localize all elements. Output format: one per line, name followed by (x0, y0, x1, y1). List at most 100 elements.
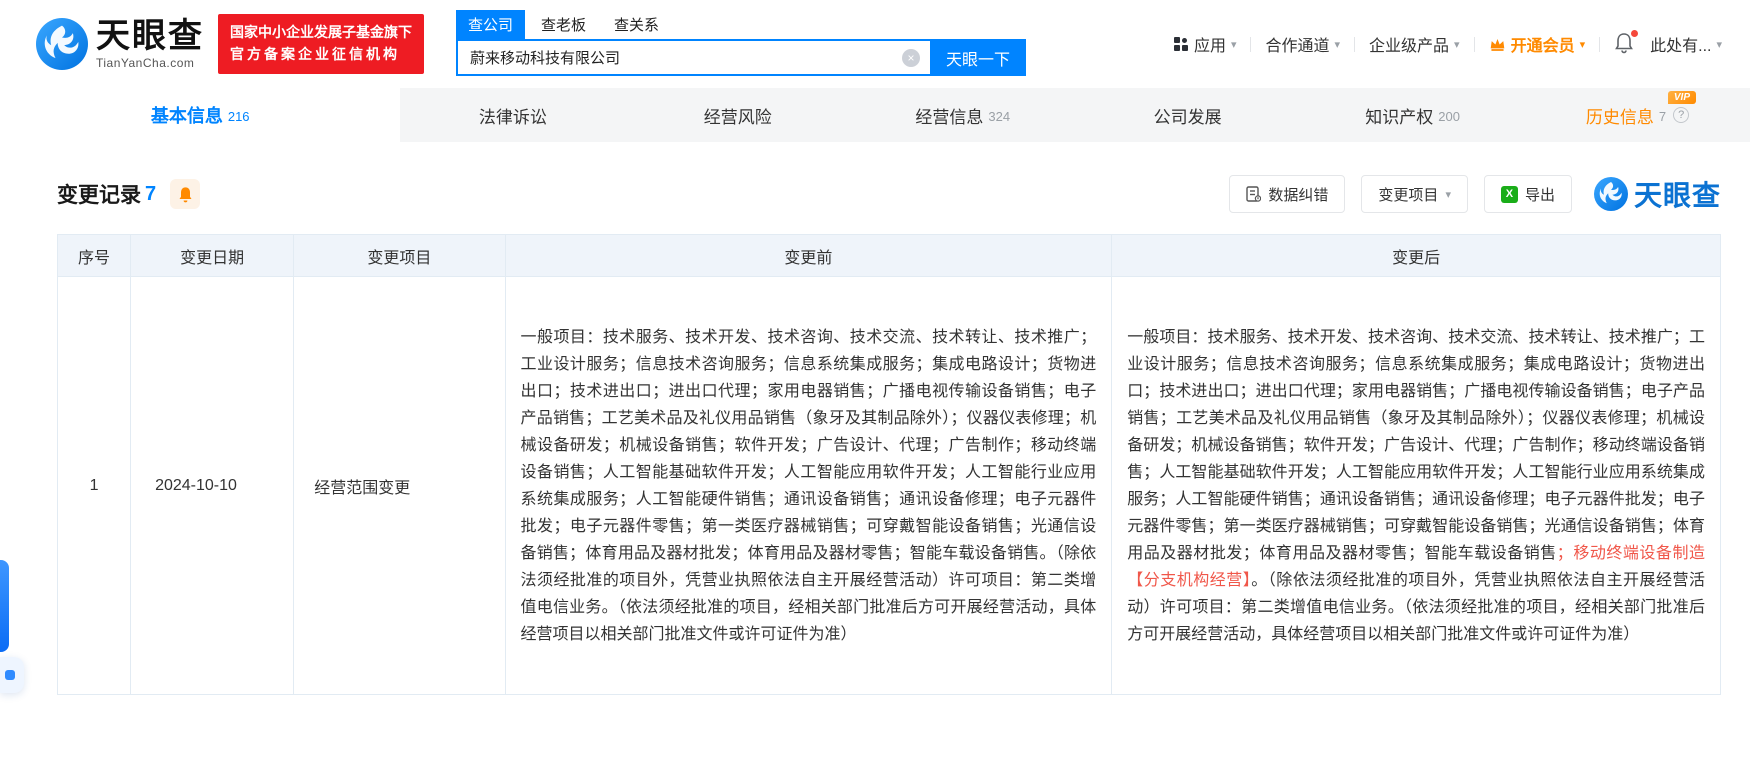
change-item-filter-label: 变更项目 (1378, 186, 1439, 204)
export-label: 导出 (1524, 186, 1555, 204)
top-header: 天眼查 TianYanCha.com 国家中小企业发展子基金旗下 官方备案企业征… (0, 0, 1750, 88)
chevron-down-icon: ▾ (1445, 188, 1451, 201)
notifications-bell[interactable] (1614, 30, 1639, 56)
divider (1599, 36, 1601, 52)
section-count: 7 (145, 182, 157, 205)
export-button[interactable]: X 导出 (1483, 175, 1572, 213)
crown-icon (1490, 38, 1504, 51)
change-item-filter-button[interactable]: 变更项目 ▾ (1361, 175, 1468, 213)
section-title: 变更记录 (57, 184, 141, 207)
tab-history-label: 历史信息 (1585, 107, 1654, 127)
divider (1250, 36, 1252, 52)
table-body: 1 2024-10-10 经营范围变更 一般项目：技术服务、技术开发、技术咨询、… (56, 276, 1721, 695)
nav-more[interactable]: 此处有... ▾ (1650, 32, 1722, 56)
nav-cooperation-label: 合作通道 (1265, 38, 1330, 55)
tab-ip-label: 知识产权 (1365, 107, 1434, 127)
chevron-down-icon: ▾ (1454, 38, 1460, 51)
cell-change-date: 2024-10-10 (130, 276, 295, 695)
document-edit-icon (1246, 186, 1262, 202)
watermark-logo: 天眼查 (1593, 174, 1721, 214)
chevron-down-icon: ▾ (1716, 38, 1722, 51)
table-head: 序号 变更日期 变更项目 变更前 变更后 (56, 234, 1721, 277)
chevron-down-icon: ▾ (1334, 38, 1341, 51)
tab-operation-risk[interactable]: 经营风险 (625, 88, 850, 142)
col-header-index: 序号 (56, 234, 132, 277)
side-floating-button-icon (5, 670, 15, 680)
side-floating-tab[interactable] (0, 560, 9, 652)
after-text-part1: 一般项目：技术服务、技术开发、技术咨询、技术交流、技术转让、技术推广；工业设计服… (1127, 328, 1705, 562)
cell-change-item: 经营范围变更 (293, 276, 506, 695)
search-tab-relation[interactable]: 查关系 (602, 10, 671, 39)
table-row: 1 2024-10-10 经营范围变更 一般项目：技术服务、技术开发、技术咨询、… (56, 276, 1721, 695)
search-tab-boss[interactable]: 查老板 (529, 10, 598, 39)
tab-risk-label: 经营风险 (703, 107, 772, 127)
search-tab-company[interactable]: 查公司 (456, 10, 526, 39)
tab-development-label: 公司发展 (1153, 107, 1222, 127)
data-correction-button[interactable]: 数据纠错 (1229, 175, 1346, 213)
search-row: × 天眼一下 (456, 39, 1026, 76)
gov-badge-line1: 国家中小企业发展子基金旗下 (230, 24, 412, 41)
divider (1473, 36, 1475, 52)
tab-operation-label: 经营信息 (915, 107, 984, 127)
bell-icon (179, 186, 192, 202)
search-button[interactable]: 天眼一下 (930, 39, 1026, 76)
top-nav: 应用 ▾ 合作通道 ▾ 企业级产品 ▾ 开通会员 ▾ 此处有... ▾ (1173, 30, 1722, 56)
divider (1354, 36, 1356, 52)
data-correction-label: 数据纠错 (1268, 186, 1329, 204)
tab-legal-label: 法律诉讼 (478, 107, 547, 127)
search-block: 查公司 查老板 查关系 × 天眼一下 (456, 10, 1026, 76)
chevron-down-icon: ▾ (1579, 38, 1586, 51)
logo-subtitle: TianYanCha.com (96, 56, 195, 70)
monitor-bell-button[interactable] (170, 179, 201, 209)
company-tabbar: 基本信息 216 法律诉讼 经营风险 经营信息 324 公司发展 知识产权 20… (0, 88, 1750, 142)
tab-operation-info[interactable]: 经营信息 324 (850, 88, 1075, 142)
nav-open-vip[interactable]: 开通会员 ▾ (1489, 32, 1586, 56)
logo-text: 天眼查 TianYanCha.com (96, 19, 204, 69)
tianyancha-logo-icon (1593, 177, 1628, 211)
tab-ip-count: 200 (1438, 108, 1460, 124)
tab-basic-info[interactable]: 基本信息 216 (0, 88, 401, 142)
tab-intellectual-property[interactable]: 知识产权 200 (1300, 88, 1525, 142)
tianyancha-logo[interactable]: 天眼查 TianYanCha.com (36, 18, 204, 70)
col-header-item: 变更项目 (293, 234, 506, 277)
tab-legal-proceedings[interactable]: 法律诉讼 (400, 88, 625, 142)
page: 天眼查 TianYanCha.com 国家中小企业发展子基金旗下 官方备案企业征… (0, 0, 1750, 766)
nav-vip-label: 开通会员 (1510, 38, 1575, 55)
clear-search-icon[interactable]: × (902, 48, 920, 67)
tab-basic-info-count: 216 (227, 108, 250, 124)
nav-enterprise-products[interactable]: 企业级产品 ▾ (1369, 32, 1460, 56)
vip-badge: VIP (1667, 91, 1697, 104)
search-input-wrap: × (456, 39, 930, 76)
section-header: 变更记录 7 数据纠错 变更项目 ▾ X 导出 天眼查 (57, 172, 1721, 216)
cell-before-change: 一般项目：技术服务、技术开发、技术咨询、技术交流、技术转让、技术推广；工业设计服… (504, 276, 1113, 695)
section-actions: 数据纠错 变更项目 ▾ X 导出 天眼查 (1229, 174, 1721, 214)
tab-operation-count: 324 (988, 108, 1011, 124)
question-circle-icon[interactable]: ? (1673, 107, 1690, 123)
col-header-before: 变更前 (504, 234, 1113, 277)
side-floating-button[interactable] (0, 657, 24, 693)
main-content: 变更记录 7 数据纠错 变更项目 ▾ X 导出 天眼查 序号 变更日期 变更项目… (0, 172, 1750, 695)
tab-basic-info-label: 基本信息 (150, 106, 223, 126)
excel-icon: X (1500, 185, 1518, 203)
tab-history-info[interactable]: VIP 历史信息 7 ? (1525, 88, 1750, 142)
logo-title: 天眼查 (96, 17, 204, 55)
table-header-row: 序号 变更日期 变更项目 变更前 变更后 (56, 234, 1721, 277)
tab-company-development[interactable]: 公司发展 (1075, 88, 1300, 142)
nav-cooperation[interactable]: 合作通道 ▾ (1265, 32, 1340, 56)
nav-apps-label: 应用 (1193, 38, 1226, 55)
tianyancha-logo-icon (36, 18, 88, 70)
col-header-after: 变更后 (1111, 234, 1721, 277)
nav-apps[interactable]: 应用 ▾ (1173, 32, 1236, 56)
gov-certification-badge: 国家中小企业发展子基金旗下 官方备案企业征信机构 (218, 14, 424, 74)
search-tabs: 查公司 查老板 查关系 (456, 10, 1026, 39)
notification-dot (1631, 30, 1639, 37)
nav-enterprise-label: 企业级产品 (1369, 38, 1450, 55)
tab-history-count: 7 (1658, 108, 1667, 124)
search-input[interactable] (458, 41, 930, 74)
change-record-table: 序号 变更日期 变更项目 变更前 变更后 1 2024-10-10 经营范围变更… (56, 234, 1721, 695)
cell-after-change: 一般项目：技术服务、技术开发、技术咨询、技术交流、技术转让、技术推广；工业设计服… (1111, 276, 1721, 695)
gov-badge-line2: 官方备案企业征信机构 (230, 46, 400, 62)
cell-index: 1 (56, 276, 132, 695)
watermark-wordmark: 天眼查 (1633, 180, 1721, 211)
apps-grid-icon (1173, 37, 1188, 51)
